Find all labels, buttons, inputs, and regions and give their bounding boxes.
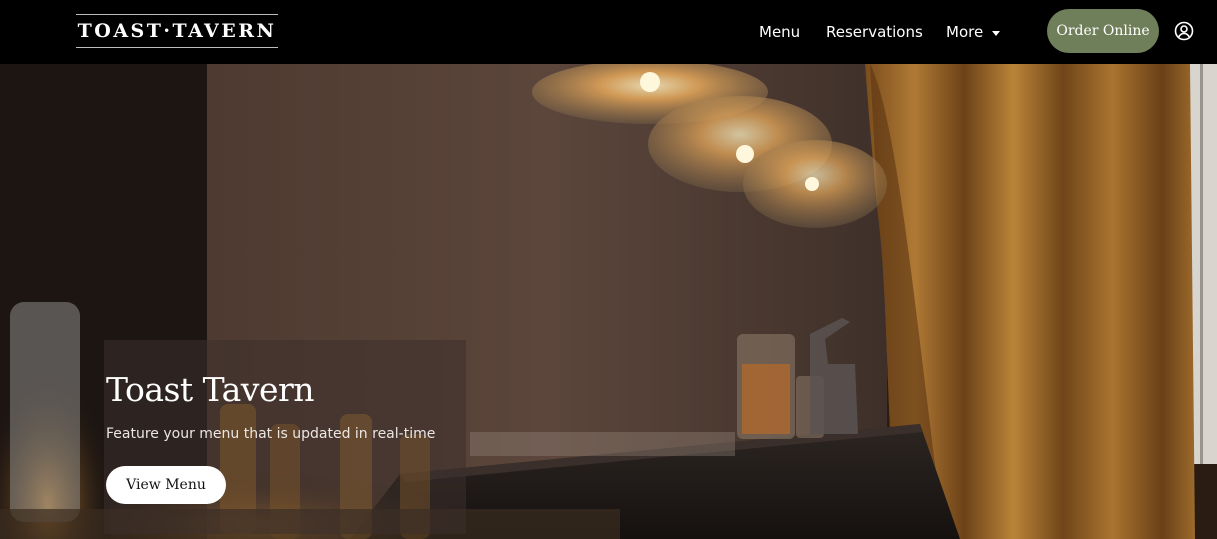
nav-reservations-link[interactable]: Reservations: [826, 0, 923, 64]
hero-section: Toast Tavern Feature your menu that is u…: [0, 64, 1217, 539]
logo-text: TOAST·TAVERN: [77, 20, 277, 42]
user-circle-icon[interactable]: [1174, 21, 1194, 41]
logo-bottom-rule: [76, 47, 278, 48]
caret-down-icon: [992, 30, 1001, 36]
hero-title: Toast Tavern: [106, 370, 315, 409]
nav-menu-label: Menu: [759, 23, 801, 41]
order-online-button[interactable]: Order Online: [1047, 9, 1159, 53]
logo-top-rule: [76, 14, 278, 15]
logo[interactable]: TOAST·TAVERN: [76, 14, 278, 48]
nav-menu-link[interactable]: Menu: [759, 0, 800, 64]
hero-subtitle: Feature your menu that is updated in rea…: [106, 426, 436, 442]
nav-more-dropdown[interactable]: More: [946, 0, 1001, 64]
site-header: TOAST·TAVERN Menu Reservations More Orde…: [0, 0, 1217, 64]
nav-reservations-label: Reservations: [826, 23, 923, 41]
nav-more-label: More: [946, 23, 984, 41]
view-menu-button[interactable]: View Menu: [106, 466, 226, 504]
